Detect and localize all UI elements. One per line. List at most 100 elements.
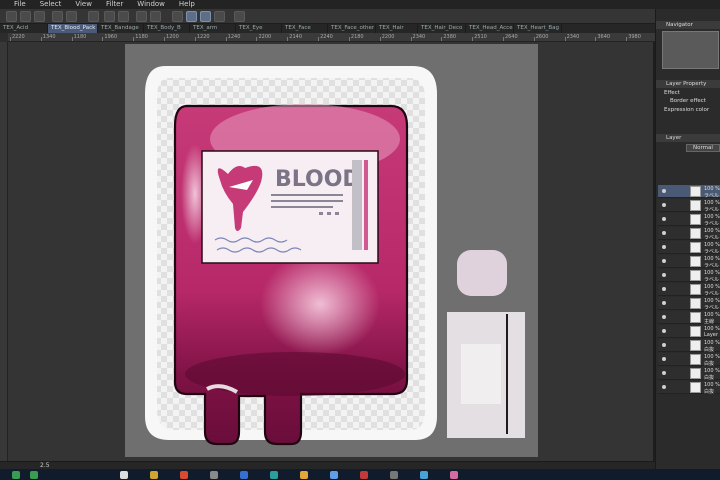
menu-window[interactable]: Window bbox=[137, 0, 165, 9]
new-file-icon[interactable] bbox=[6, 11, 17, 22]
ruler-tick bbox=[102, 37, 104, 41]
eye-icon[interactable] bbox=[662, 217, 666, 221]
canvas-area[interactable]: BLOOD bbox=[8, 42, 655, 461]
app-icon[interactable] bbox=[390, 471, 398, 479]
eye-icon[interactable] bbox=[662, 385, 666, 389]
app-icon[interactable] bbox=[240, 471, 248, 479]
navigator-thumbnail[interactable] bbox=[662, 31, 719, 69]
eye-icon[interactable] bbox=[662, 343, 666, 347]
tab-tex-bandage[interactable]: TEX_Bandage bbox=[98, 24, 144, 33]
canvas-paper[interactable]: BLOOD bbox=[125, 44, 538, 457]
ruler-label: 2640 bbox=[504, 34, 518, 40]
eye-icon[interactable] bbox=[662, 371, 666, 375]
eye-icon[interactable] bbox=[662, 329, 666, 333]
ruler-label: 3980 bbox=[628, 34, 641, 40]
app-icon[interactable] bbox=[210, 471, 218, 479]
layer-row[interactable]: 100 % ラベル bbox=[658, 199, 720, 213]
layer-row[interactable]: 100 % 主線 bbox=[658, 311, 720, 325]
eye-icon[interactable] bbox=[662, 203, 666, 207]
ruler-snap-icon[interactable] bbox=[186, 11, 197, 22]
navigator-header[interactable]: Navigator bbox=[656, 21, 720, 29]
eye-icon[interactable] bbox=[662, 301, 666, 305]
eye-icon[interactable] bbox=[662, 189, 666, 193]
ruler-label: 1220 bbox=[196, 34, 210, 40]
layer-row[interactable]: 100 % 白抜 bbox=[658, 339, 720, 353]
layer-row[interactable]: 100 % ラベル bbox=[658, 269, 720, 283]
eye-icon[interactable] bbox=[662, 315, 666, 319]
menu-filter[interactable]: Filter bbox=[106, 0, 123, 9]
layer-property-header[interactable]: Layer Property bbox=[656, 80, 720, 88]
eye-icon[interactable] bbox=[662, 273, 666, 277]
eye-icon[interactable] bbox=[662, 231, 666, 235]
os-taskbar bbox=[0, 469, 720, 480]
clear-icon[interactable] bbox=[88, 11, 99, 22]
layer-name: ラベル bbox=[704, 263, 720, 269]
menu-file[interactable]: File bbox=[14, 0, 26, 9]
menu-view[interactable]: View bbox=[75, 0, 92, 9]
app-icon[interactable] bbox=[12, 471, 20, 479]
menu-select[interactable]: Select bbox=[40, 0, 62, 9]
layer-row[interactable]: 100 % ラベル bbox=[658, 185, 720, 199]
layer-row[interactable]: 100 % 白抜 bbox=[658, 367, 720, 381]
tab-tex-face[interactable]: TEX_Face bbox=[282, 24, 328, 33]
menu-help[interactable]: Help bbox=[179, 0, 195, 9]
layer-header[interactable]: Layer bbox=[656, 134, 720, 142]
save-icon[interactable] bbox=[34, 11, 45, 22]
ruler-label: 2140 bbox=[289, 34, 303, 40]
app-icon[interactable] bbox=[450, 471, 458, 479]
layer-thumbnail bbox=[690, 242, 701, 253]
layer-row[interactable]: 100 % 白抜 bbox=[658, 353, 720, 367]
tab-tex-head-acce[interactable]: TEX_Head_Acce bbox=[466, 24, 514, 33]
snap-icon[interactable] bbox=[172, 11, 183, 22]
eye-icon[interactable] bbox=[662, 259, 666, 263]
tab-tex-blood-pack[interactable]: TEX_Blood_Pack bbox=[48, 24, 98, 33]
app-icon[interactable] bbox=[150, 471, 158, 479]
app-icon[interactable] bbox=[330, 471, 338, 479]
label-dot-1 bbox=[319, 212, 323, 215]
app-icon[interactable] bbox=[30, 471, 38, 479]
tab-tex-acid[interactable]: TEX_Acid bbox=[0, 24, 48, 33]
layer-row[interactable]: 100 % ラベル bbox=[658, 241, 720, 255]
layer-row[interactable]: 100 %ラベル Co bbox=[658, 297, 720, 311]
crop-icon[interactable] bbox=[136, 11, 147, 22]
redo-icon[interactable] bbox=[66, 11, 77, 22]
ruler-label: 2380 bbox=[443, 34, 457, 40]
settings-icon[interactable] bbox=[234, 11, 245, 22]
layer-row[interactable]: 100 % ラベル bbox=[658, 227, 720, 241]
eye-icon[interactable] bbox=[662, 287, 666, 291]
tab-tex-heart-bag[interactable]: TEX_Heart_Bag bbox=[514, 24, 562, 33]
pen-snap-icon[interactable] bbox=[200, 11, 211, 22]
app-icon[interactable] bbox=[180, 471, 188, 479]
border-effect-checkbox[interactable]: Border effect bbox=[670, 98, 706, 104]
tab-tex-hair[interactable]: TEX_Hair bbox=[376, 24, 418, 33]
eye-icon[interactable] bbox=[662, 357, 666, 361]
blend-mode-select[interactable]: Normal bbox=[686, 144, 720, 152]
app-icon[interactable] bbox=[420, 471, 428, 479]
transform-icon[interactable] bbox=[104, 11, 115, 22]
layer-row[interactable]: 100 % ラベル bbox=[658, 255, 720, 269]
tab-tex-face-other[interactable]: TEX_Face_other bbox=[328, 24, 376, 33]
layer-name: 白抜 bbox=[704, 347, 715, 353]
undo-icon[interactable] bbox=[52, 11, 63, 22]
eye-icon[interactable] bbox=[662, 245, 666, 249]
tab-tex-arm[interactable]: TEX_arm bbox=[190, 24, 236, 33]
app-icon[interactable] bbox=[300, 471, 308, 479]
ruler-tick bbox=[410, 37, 412, 41]
layer-row[interactable]: 100 % ラベル bbox=[658, 213, 720, 227]
app-icon[interactable] bbox=[270, 471, 278, 479]
ruler-label: 1180 bbox=[73, 34, 87, 40]
layer-row[interactable]: 100 % ラベル bbox=[658, 283, 720, 297]
fill-icon[interactable] bbox=[150, 11, 161, 22]
app-icon[interactable] bbox=[360, 471, 368, 479]
selection-icon[interactable] bbox=[118, 11, 129, 22]
grid-icon[interactable] bbox=[214, 11, 225, 22]
layer-row[interactable]: 100 % 白抜 bbox=[658, 381, 720, 395]
layer-row[interactable]: 100 % Layer bbox=[658, 325, 720, 338]
app-icon[interactable] bbox=[120, 471, 128, 479]
menu-bar: File Select View Filter Window Help bbox=[0, 0, 720, 9]
tab-tex-hair-deco[interactable]: TEX_Hair_Deco bbox=[418, 24, 466, 33]
ruler-label: 1180 bbox=[135, 34, 148, 40]
open-file-icon[interactable] bbox=[20, 11, 31, 22]
tab-tex-body[interactable]: TEX_Body_B bbox=[144, 24, 190, 33]
tab-tex-eye[interactable]: TEX_Eye bbox=[236, 24, 282, 33]
